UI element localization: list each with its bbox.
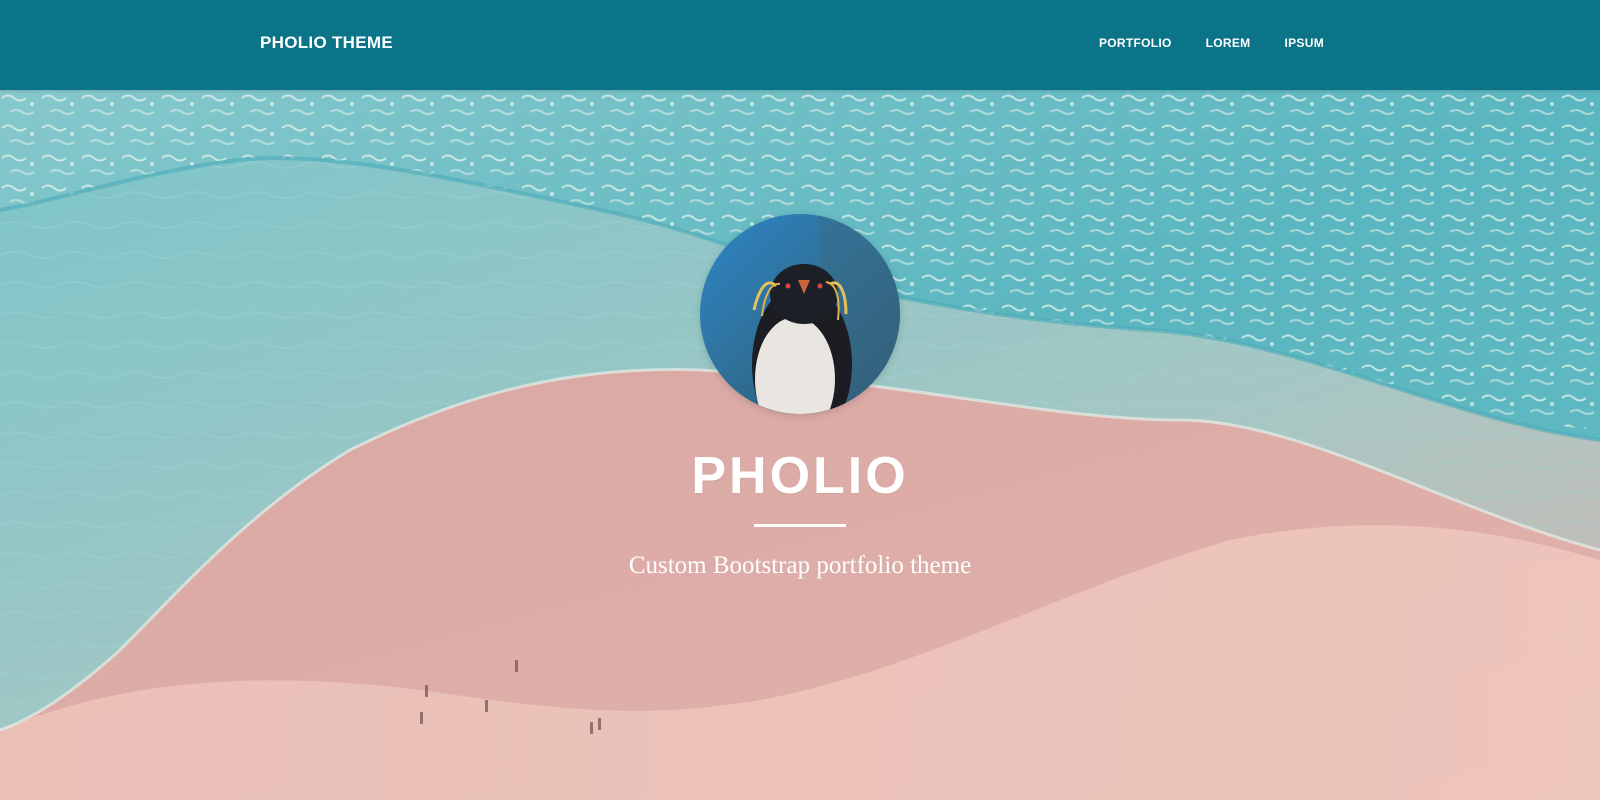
nav-link-lorem[interactable]: LOREM (1206, 36, 1251, 50)
hero-title: PHOLIO (691, 447, 909, 505)
nav-link-portfolio[interactable]: PORTFOLIO (1099, 36, 1172, 50)
nav-link-ipsum[interactable]: IPSUM (1284, 36, 1324, 50)
hero-subtitle: Custom Bootstrap portfolio theme (628, 552, 972, 579)
navbar: PHOLIO THEME PORTFOLIO LOREM IPSUM (0, 0, 1600, 90)
penguin-avatar (700, 214, 900, 414)
hero-section: PHOLIO Custom Bootstrap portfolio theme (0, 90, 1600, 800)
hero-content: PHOLIO Custom Bootstrap portfolio theme (0, 90, 1600, 800)
page: PHOLIO THEME PORTFOLIO LOREM IPSUM PHOLI… (0, 0, 1600, 800)
title-divider (754, 524, 846, 527)
nav-links: PORTFOLIO LOREM IPSUM (1099, 36, 1324, 50)
brand-link[interactable]: PHOLIO THEME (260, 33, 393, 53)
